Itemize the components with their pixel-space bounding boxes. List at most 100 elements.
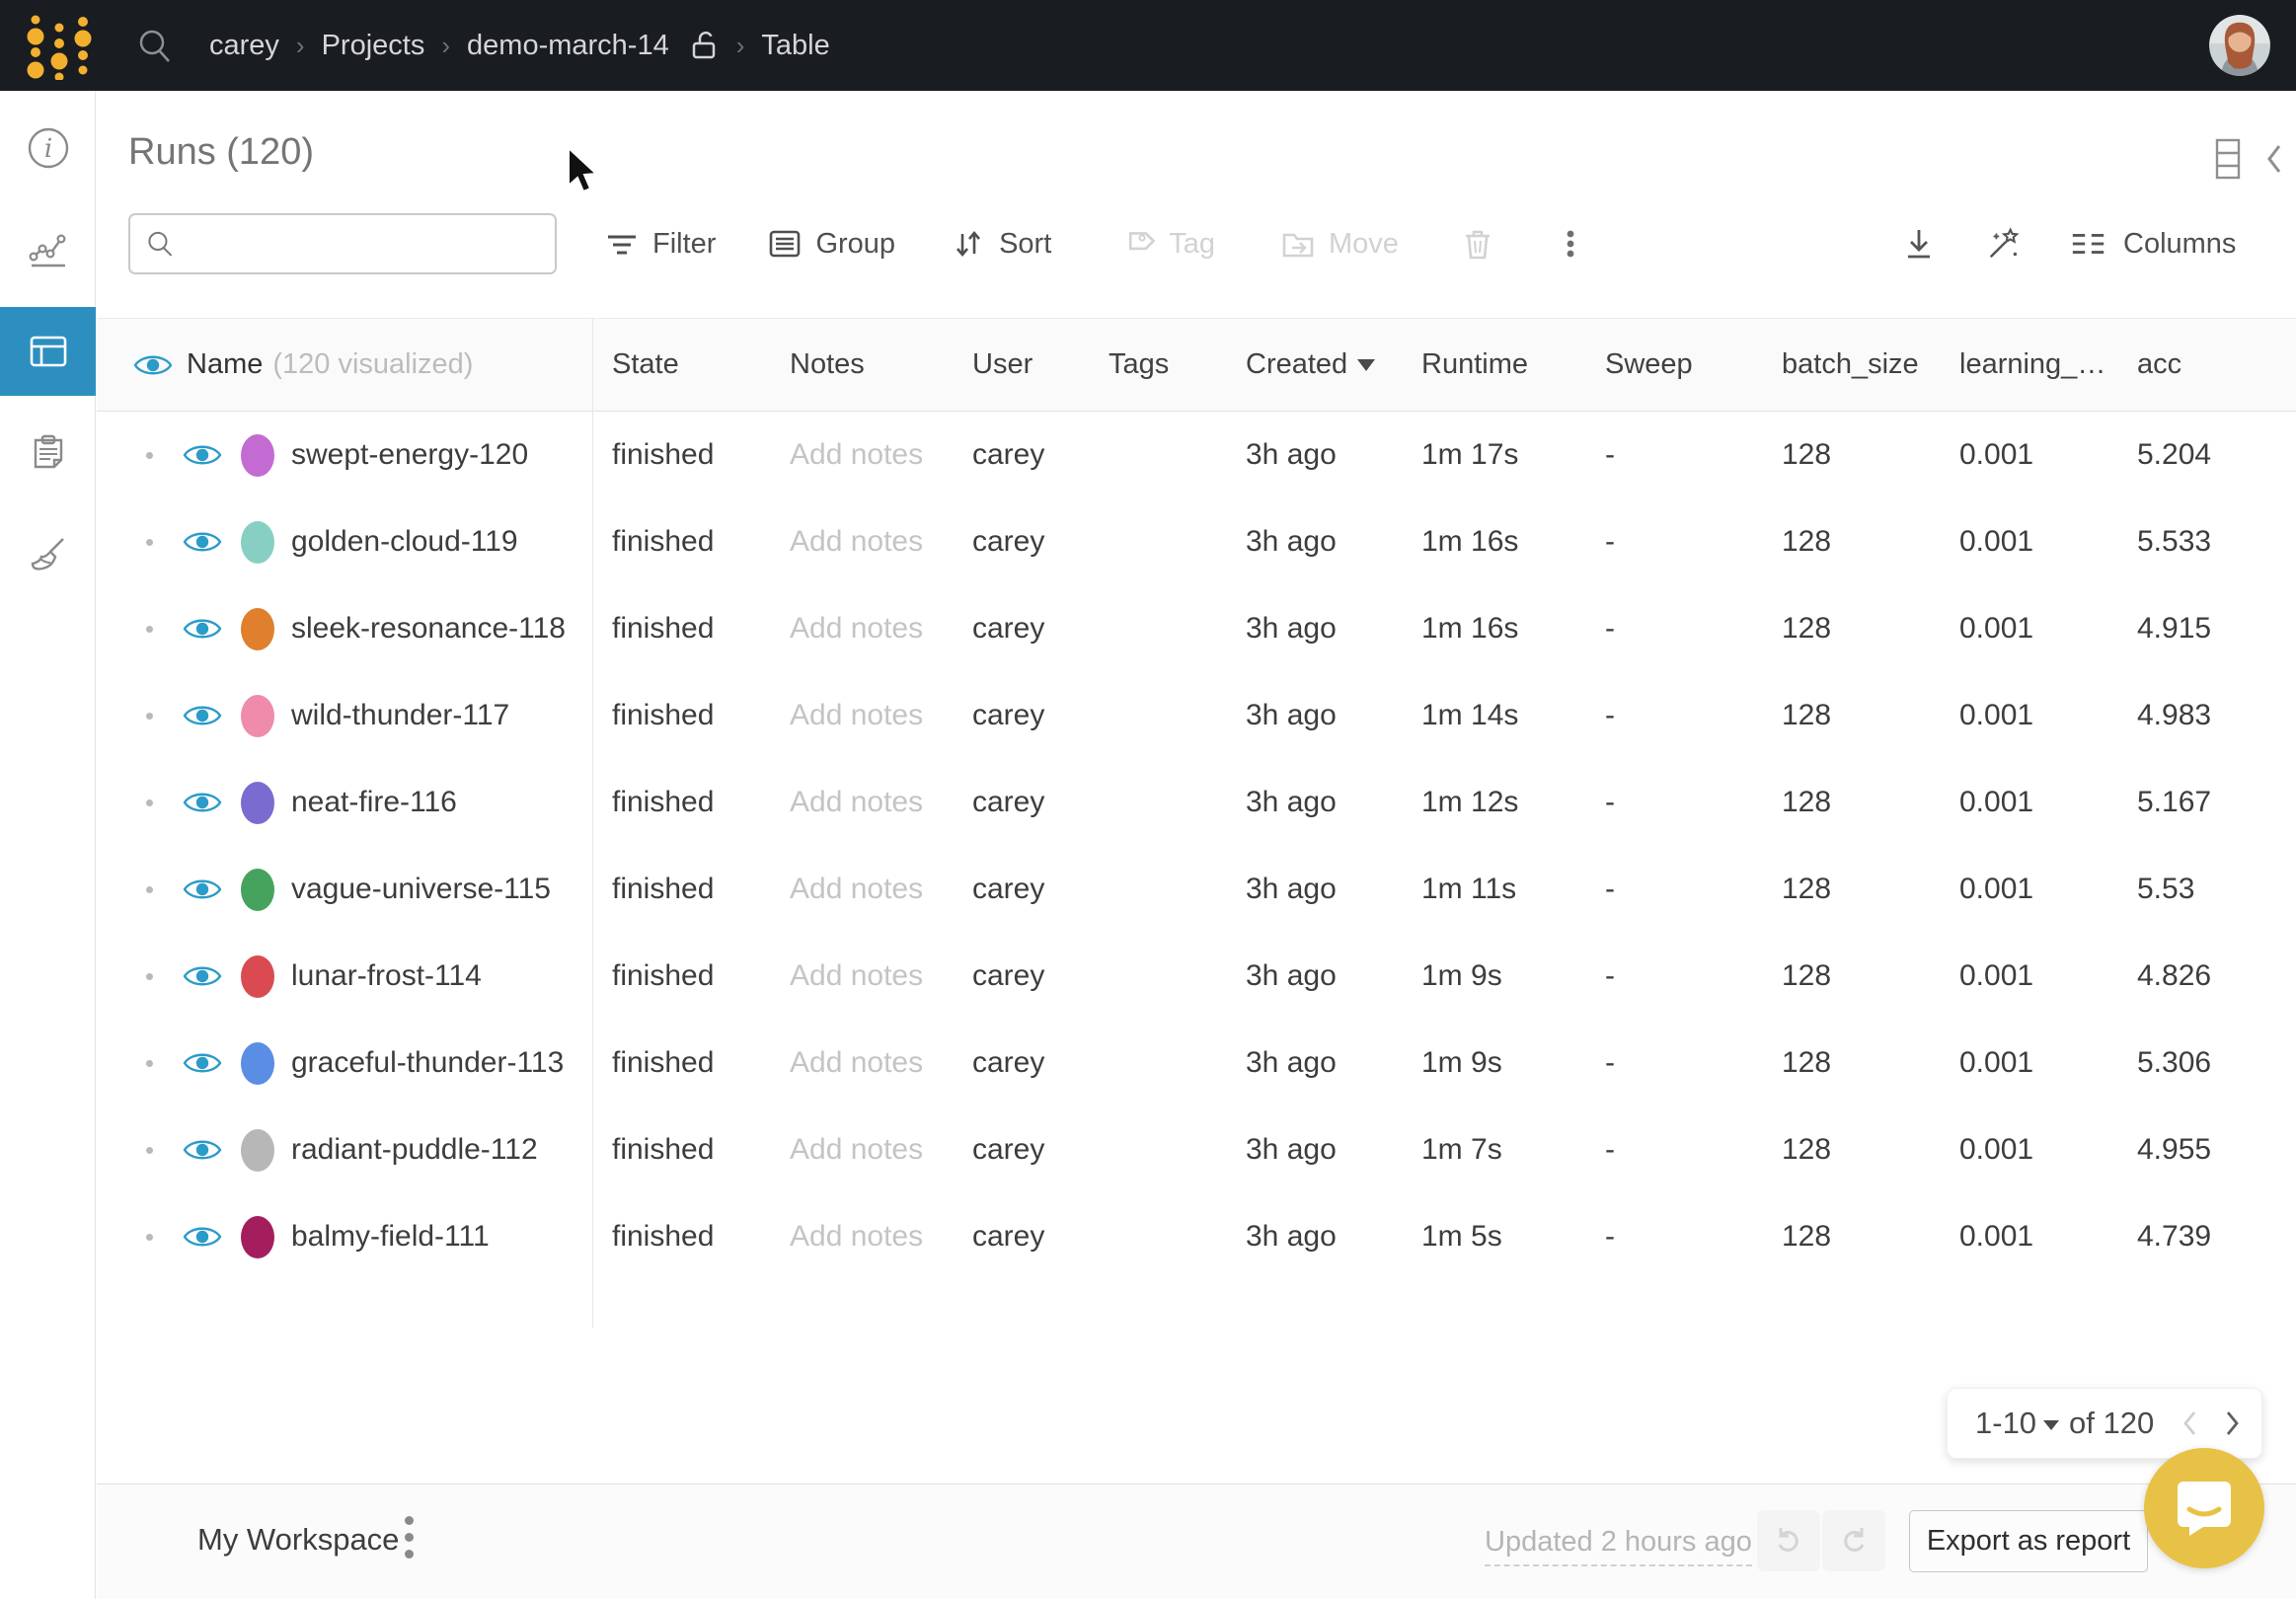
run-visibility-eye-icon[interactable] [182,440,223,470]
next-page-icon[interactable] [2224,1409,2242,1438]
export-as-report-button[interactable]: Export as report [1909,1510,2148,1572]
run-visibility-eye-icon[interactable] [182,1048,223,1078]
collapse-panel-chevron-icon[interactable] [2264,142,2284,176]
sidebar-item-notes[interactable] [0,409,96,497]
column-header-notes[interactable]: Notes [770,348,953,381]
breadcrumb-entity[interactable]: carey [209,30,279,62]
breadcrumb-project[interactable]: demo-march-14 [467,30,669,62]
row-handle-dot[interactable] [146,1147,153,1154]
notes-cell[interactable]: Add notes [770,959,953,993]
table-row[interactable]: radiant-puddle-112 finished Add notes ca… [97,1106,2296,1193]
prev-page-icon[interactable] [2181,1409,2198,1438]
page-size-dropdown[interactable]: 1-10 [1975,1406,2059,1441]
global-search-icon[interactable] [136,27,174,64]
run-name-link[interactable]: wild-thunder-117 [291,699,509,732]
runs-search[interactable] [128,213,557,274]
column-header-runtime[interactable]: Runtime [1402,348,1585,381]
table-row[interactable]: vague-universe-115 finished Add notes ca… [97,846,2296,933]
column-header-user[interactable]: User [953,348,1089,381]
notes-cell[interactable]: Add notes [770,1133,953,1167]
workspace-menu-icon[interactable] [405,1516,414,1559]
row-handle-dot[interactable] [146,800,153,806]
row-handle-dot[interactable] [146,886,153,893]
notes-cell[interactable]: Add notes [770,699,953,732]
undo-button[interactable] [1757,1510,1820,1571]
export-csv-button[interactable] [1900,225,1938,263]
table-row[interactable]: neat-fire-116 finished Add notes carey 3… [97,759,2296,846]
breadcrumb-table[interactable]: Table [761,30,829,62]
run-name-link[interactable]: lunar-frost-114 [291,959,482,993]
avatar[interactable] [2209,15,2270,76]
run-name-link[interactable]: neat-fire-116 [291,786,457,819]
search-input[interactable] [175,215,555,272]
run-name-link[interactable]: golden-cloud-119 [291,525,518,559]
notes-cell[interactable]: Add notes [770,873,953,906]
notes-cell[interactable]: Add notes [770,438,953,472]
table-row[interactable]: wild-thunder-117 finished Add notes care… [97,672,2296,759]
run-name-link[interactable]: balmy-field-111 [291,1220,490,1254]
table-row[interactable]: sleek-resonance-118 finished Add notes c… [97,585,2296,672]
row-handle-dot[interactable] [146,539,153,546]
run-name-link[interactable]: vague-universe-115 [291,873,551,906]
notes-cell[interactable]: Add notes [770,612,953,646]
sort-button[interactable]: Sort [951,226,1051,262]
row-handle-dot[interactable] [146,973,153,980]
row-handle-dot[interactable] [146,626,153,633]
sidebar-item-overview[interactable]: i [0,104,96,192]
move-button[interactable]: Move [1280,226,1399,262]
column-header-tags[interactable]: Tags [1089,348,1226,381]
sidebar-item-table[interactable] [0,307,96,396]
columns-button[interactable]: Columns [2070,225,2236,263]
table-row[interactable]: balmy-field-111 finished Add notes carey… [97,1193,2296,1280]
column-header-learning-rate[interactable]: learning_… [1940,348,2117,381]
row-handle-dot[interactable] [146,452,153,459]
row-handle-dot[interactable] [146,713,153,720]
table-row[interactable]: graceful-thunder-113 finished Add notes … [97,1020,2296,1106]
run-name-link[interactable]: swept-energy-120 [291,438,528,472]
run-visibility-eye-icon[interactable] [182,614,223,644]
sweeps-broom-icon [27,533,70,576]
row-handle-dot[interactable] [146,1234,153,1241]
wandb-logo-icon[interactable] [22,11,95,80]
notes-cell[interactable]: Add notes [770,1046,953,1080]
run-visibility-eye-icon[interactable] [182,875,223,904]
run-name-link[interactable]: graceful-thunder-113 [291,1046,564,1080]
run-visibility-eye-icon[interactable] [182,961,223,991]
panel-layout-icon[interactable] [2213,138,2243,180]
run-name-link[interactable]: radiant-puddle-112 [291,1133,538,1167]
group-button[interactable]: Group [767,226,895,262]
run-visibility-eye-icon[interactable] [182,1222,223,1252]
column-header-state[interactable]: State [592,348,770,381]
workspace-name[interactable]: My Workspace [197,1522,399,1558]
sidebar-item-sweeps[interactable] [0,510,96,599]
run-name-link[interactable]: sleek-resonance-118 [291,612,566,646]
sidebar-item-charts[interactable] [0,205,96,294]
run-visibility-eye-icon[interactable] [182,701,223,730]
chat-support-bubble[interactable] [2144,1448,2264,1568]
column-resize-divider[interactable] [592,318,593,1328]
run-visibility-eye-icon[interactable] [182,788,223,817]
run-visibility-eye-icon[interactable] [182,527,223,557]
chevron-down-icon [2043,1420,2059,1430]
tag-button[interactable]: Tag [1120,226,1215,262]
delete-button[interactable] [1460,226,1495,262]
notes-cell[interactable]: Add notes [770,1220,953,1254]
more-actions-button[interactable] [1553,226,1588,262]
toggle-all-visibility-eye-icon[interactable] [132,350,174,380]
column-header-batch-size[interactable]: batch_size [1762,348,1940,381]
notes-cell[interactable]: Add notes [770,786,953,819]
column-header-created[interactable]: Created [1226,348,1402,381]
run-visibility-eye-icon[interactable] [182,1135,223,1165]
notes-cell[interactable]: Add notes [770,525,953,559]
table-row[interactable]: swept-energy-120 finished Add notes care… [97,412,2296,498]
table-row[interactable]: golden-cloud-119 finished Add notes care… [97,498,2296,585]
breadcrumb-projects[interactable]: Projects [322,30,425,62]
table-row[interactable]: lunar-frost-114 finished Add notes carey… [97,933,2296,1020]
column-header-name[interactable]: Name [187,348,263,381]
column-header-sweep[interactable]: Sweep [1585,348,1762,381]
column-header-acc[interactable]: acc [2117,348,2296,381]
magic-columns-button[interactable] [1985,225,2023,263]
redo-button[interactable] [1822,1510,1885,1571]
row-handle-dot[interactable] [146,1060,153,1067]
filter-button[interactable]: Filter [604,226,716,262]
